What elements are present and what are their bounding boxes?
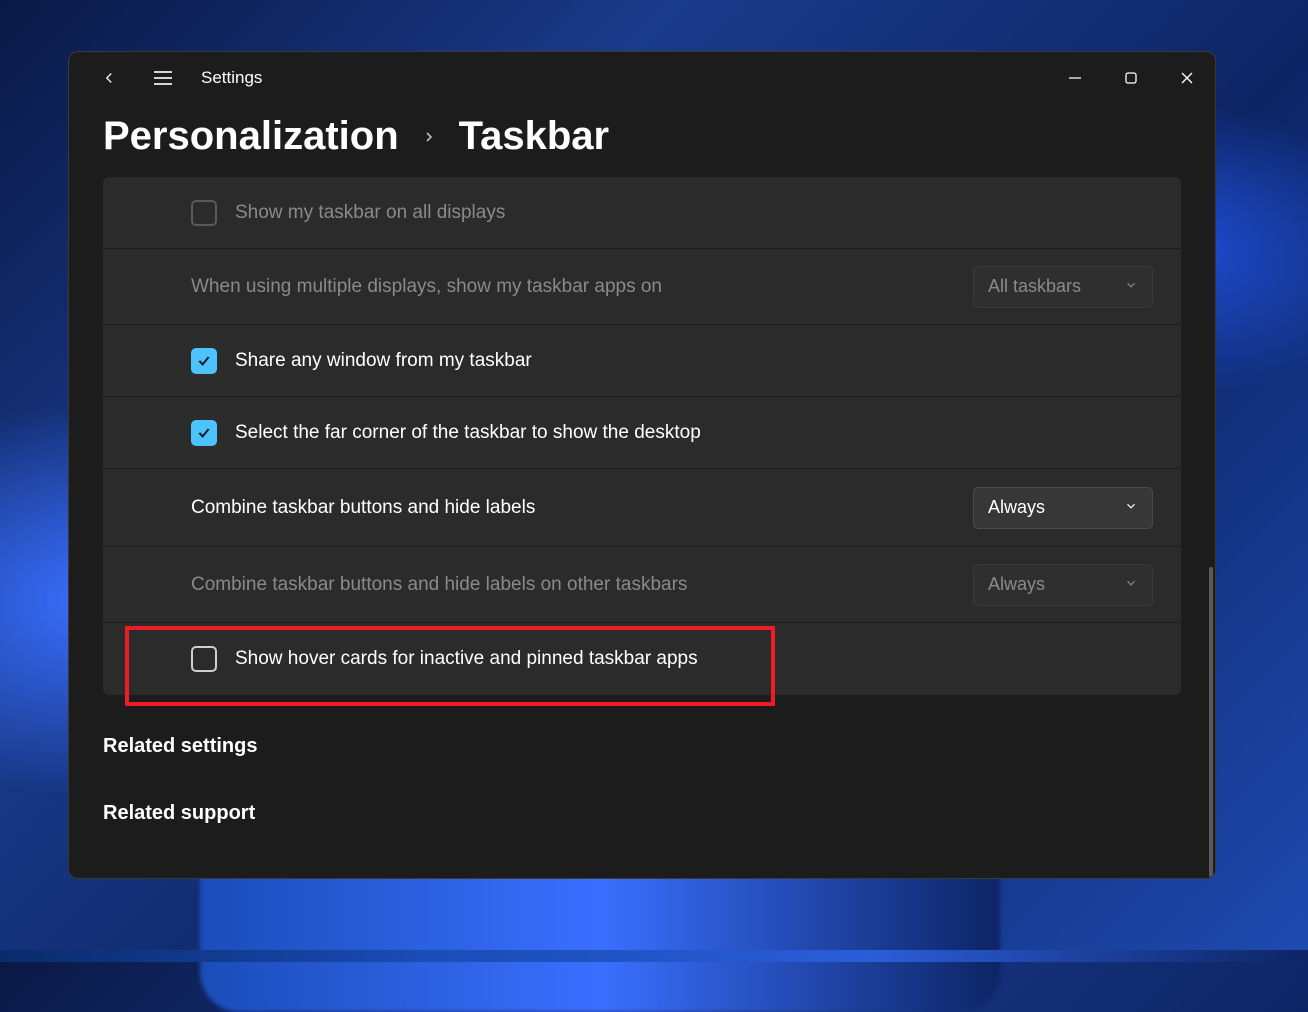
breadcrumb-parent[interactable]: Personalization: [103, 114, 399, 159]
dropdown-combine[interactable]: Always: [973, 487, 1153, 529]
window-controls: [1047, 58, 1215, 98]
row-far-corner[interactable]: Select the far corner of the taskbar to …: [103, 397, 1181, 469]
back-button[interactable]: [89, 58, 129, 98]
row-combine-other: Combine taskbar buttons and hide labels …: [103, 547, 1181, 623]
label-share-window: Share any window from my taskbar: [235, 350, 532, 372]
app-title: Settings: [201, 68, 262, 88]
nav-menu-button[interactable]: [143, 58, 183, 98]
scrollbar-thumb[interactable]: [1209, 567, 1213, 877]
settings-content: Show my taskbar on all displays When usi…: [69, 177, 1215, 878]
dropdown-value: Always: [988, 497, 1045, 518]
related-section: Related settings Related support: [103, 695, 1181, 825]
row-combine: Combine taskbar buttons and hide labels …: [103, 469, 1181, 547]
dropdown-combine-other[interactable]: Always: [973, 564, 1153, 606]
titlebar: Settings: [69, 52, 1215, 104]
chevron-right-icon: [421, 121, 437, 152]
row-multiple-displays: When using multiple displays, show my ta…: [103, 249, 1181, 325]
dropdown-value: All taskbars: [988, 276, 1081, 297]
related-settings-heading: Related settings: [103, 735, 1181, 758]
row-share-window[interactable]: Share any window from my taskbar: [103, 325, 1181, 397]
settings-window: Settings Personalization Taskbar Show my…: [68, 51, 1216, 879]
maximize-button[interactable]: [1103, 58, 1159, 98]
breadcrumb-current: Taskbar: [459, 114, 609, 159]
related-support-heading: Related support: [103, 802, 1181, 825]
breadcrumb: Personalization Taskbar: [69, 104, 1215, 177]
row-hover-cards[interactable]: Show hover cards for inactive and pinned…: [103, 623, 1181, 695]
checkbox-show-all-displays[interactable]: [191, 200, 217, 226]
label-hover-cards: Show hover cards for inactive and pinned…: [235, 648, 698, 670]
label-combine-other: Combine taskbar buttons and hide labels …: [191, 574, 687, 596]
checkbox-hover-cards[interactable]: [191, 646, 217, 672]
checkbox-far-corner[interactable]: [191, 420, 217, 446]
label-multiple-displays: When using multiple displays, show my ta…: [191, 276, 662, 298]
close-button[interactable]: [1159, 58, 1215, 98]
label-show-all-displays: Show my taskbar on all displays: [235, 202, 505, 224]
taskbar-behaviors-list: Show my taskbar on all displays When usi…: [103, 177, 1181, 695]
dropdown-multiple-displays[interactable]: All taskbars: [973, 266, 1153, 308]
row-show-all-displays[interactable]: Show my taskbar on all displays: [103, 177, 1181, 249]
desktop-taskbar: [0, 950, 1308, 962]
chevron-down-icon: [1124, 276, 1138, 297]
checkbox-share-window[interactable]: [191, 348, 217, 374]
chevron-down-icon: [1124, 574, 1138, 595]
label-combine: Combine taskbar buttons and hide labels: [191, 497, 535, 519]
chevron-down-icon: [1124, 497, 1138, 518]
minimize-button[interactable]: [1047, 58, 1103, 98]
label-far-corner: Select the far corner of the taskbar to …: [235, 422, 701, 444]
dropdown-value: Always: [988, 574, 1045, 595]
